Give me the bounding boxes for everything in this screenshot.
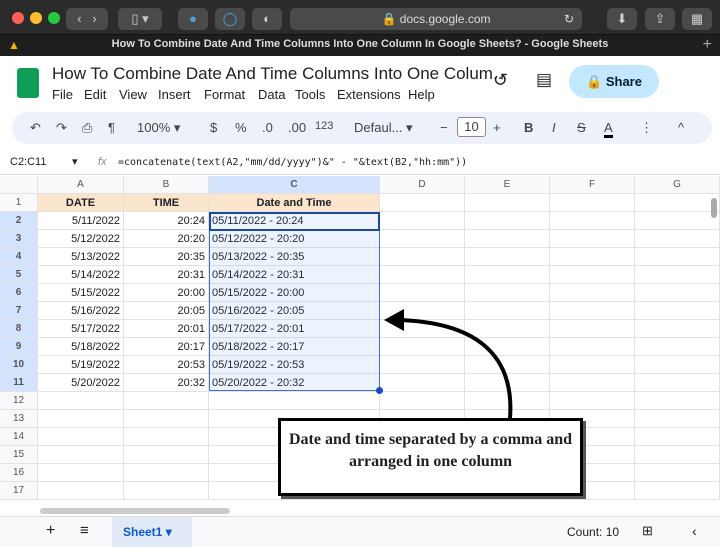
count-summary[interactable]: Count: 10 bbox=[567, 525, 619, 539]
explore-icon[interactable]: ⊞ bbox=[642, 523, 653, 539]
annotation-callout: Date and time separated by a comma and a… bbox=[278, 418, 583, 496]
sheet-tab-bar: + ≡ Sheet1 ▾ Count: 10 ⊞ ‹ bbox=[0, 516, 720, 547]
side-panel-toggle-icon[interactable]: ‹ bbox=[692, 523, 697, 539]
add-sheet-icon[interactable]: + bbox=[46, 522, 55, 540]
sheet-tab-sheet1[interactable]: Sheet1 ▾ bbox=[112, 517, 192, 547]
sheet-tab-label: Sheet1 bbox=[123, 525, 163, 539]
all-sheets-icon[interactable]: ≡ bbox=[80, 522, 89, 539]
